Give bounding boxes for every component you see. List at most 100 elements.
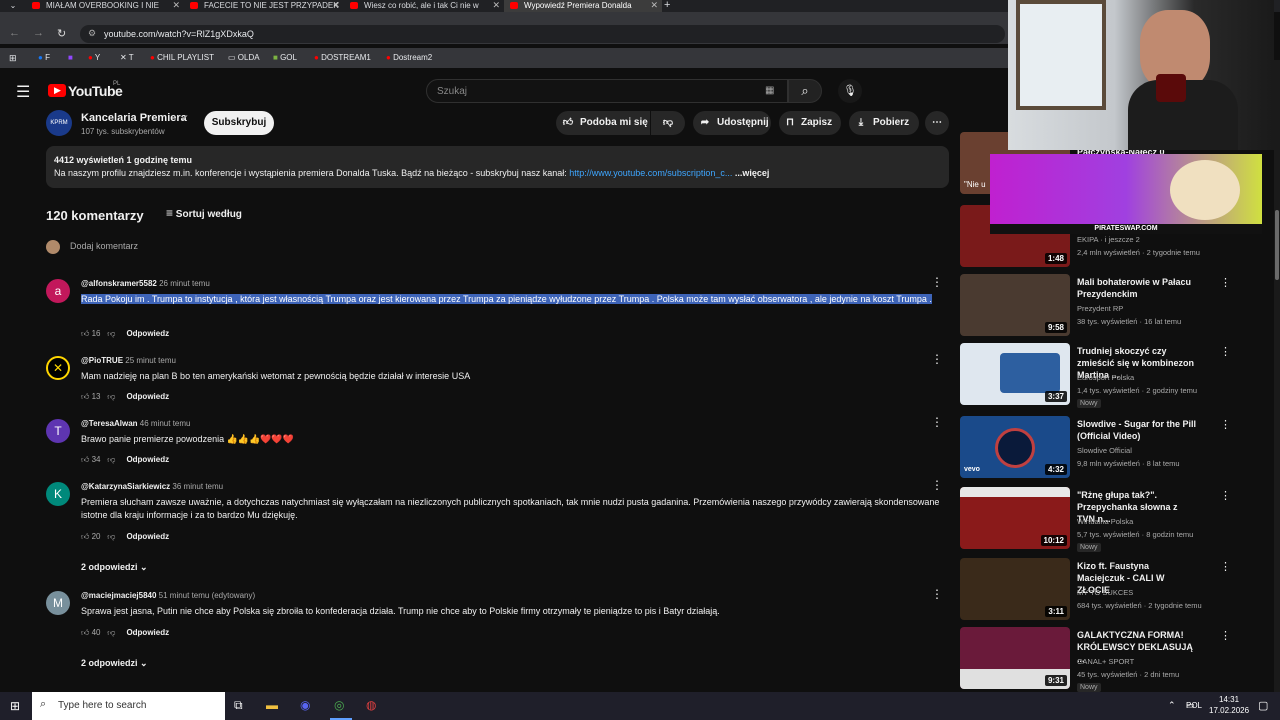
bookmark[interactable]: ▭ OLDA	[228, 53, 260, 62]
scrollbar-thumb[interactable]	[1275, 210, 1279, 280]
add-comment-input[interactable]: Dodaj komentarz	[70, 241, 138, 251]
video-menu-icon[interactable]: ⋮	[1220, 489, 1231, 502]
dislike-comment-icon[interactable]: 👎︎	[107, 329, 115, 338]
commenter-avatar[interactable]: M	[46, 591, 70, 615]
video-menu-icon[interactable]: ⋮	[1220, 629, 1231, 642]
bookmark[interactable]: ● Y	[88, 53, 100, 62]
video-thumbnail[interactable]: vevo 4:32	[960, 416, 1070, 478]
video-channel[interactable]: MY TO SUKCES	[1077, 588, 1133, 597]
bookmark[interactable]: ● F	[38, 53, 50, 62]
taskbar-search-box[interactable]: ⌕ Type here to search	[32, 692, 225, 720]
task-view-icon[interactable]: ⧉	[234, 698, 243, 713]
comment-author[interactable]: @maciejmaciej5840	[81, 591, 156, 600]
recommended-video[interactable]: 10:12 "Rżnę głupa tak?". Przepychanka sł…	[958, 487, 1231, 553]
reply-button[interactable]: Odpowiedz	[126, 455, 169, 464]
comment-menu-icon[interactable]: ⋮	[931, 415, 943, 429]
video-thumbnail[interactable]: 9:31	[960, 627, 1070, 689]
reply-button[interactable]: Odpowiedz	[126, 329, 169, 338]
comment-menu-icon[interactable]: ⋮	[931, 478, 943, 492]
subscribe-button[interactable]: Subskrybuj	[204, 111, 274, 135]
recommended-video[interactable]: 3:37 Trudniej skoczyć czy zmieścić się w…	[958, 343, 1231, 409]
forward-icon[interactable]: →	[33, 27, 44, 39]
dislike-button[interactable]: 👎︎	[651, 111, 685, 135]
video-title[interactable]: Mali bohaterowie w Pałacu Prezydenckim	[1077, 276, 1197, 300]
notification-icon[interactable]: ▢	[1258, 699, 1268, 712]
file-explorer-icon[interactable]: ▬	[266, 698, 278, 712]
back-icon[interactable]: ←	[9, 27, 20, 39]
show-more-button[interactable]: ...więcej	[735, 168, 770, 178]
comment-menu-icon[interactable]: ⋮	[931, 275, 943, 289]
apps-icon[interactable]: ⊞	[9, 53, 17, 64]
commenter-avatar[interactable]: K	[46, 482, 70, 506]
comment-author[interactable]: @alfonskramer5582	[81, 279, 157, 288]
dislike-comment-icon[interactable]: 👎︎	[107, 392, 115, 401]
close-tab-icon[interactable]: ✕	[492, 0, 500, 11]
like-button[interactable]: 👍︎ Podoba mi się	[556, 111, 650, 135]
comment-author[interactable]: @TeresaAlwan	[81, 419, 138, 428]
video-menu-icon[interactable]: ⋮	[1220, 276, 1231, 289]
clock-time[interactable]: 14:31	[1219, 695, 1239, 704]
like-comment-icon[interactable]: 👍︎	[81, 329, 89, 338]
save-button[interactable]: ⊓ Zapisz	[779, 111, 841, 135]
discord-icon[interactable]: ◉	[300, 698, 310, 712]
recommended-video[interactable]: 9:58 Mali bohaterowie w Pałacu Prezydenc…	[958, 274, 1231, 340]
video-title[interactable]: Slowdive - Sugar for the Pill (Official …	[1077, 418, 1197, 442]
language-indicator[interactable]: POL	[1186, 701, 1202, 710]
show-replies-button[interactable]: 2 odpowiedzi ⌄	[81, 562, 148, 573]
twitch-icon[interactable]: ■	[68, 53, 73, 62]
clock-date[interactable]: 17.02.2026	[1209, 706, 1249, 715]
video-channel[interactable]: CANAL+ SPORT	[1077, 657, 1134, 666]
reply-button[interactable]: Odpowiedz	[126, 628, 169, 637]
bookmark[interactable]: ● Dostream2	[386, 53, 432, 62]
recommended-video[interactable]: vevo 4:32 Slowdive - Sugar for the Pill (…	[958, 416, 1231, 482]
video-channel[interactable]: Wirtualna Polska	[1077, 517, 1133, 526]
dislike-comment-icon[interactable]: 👎︎	[107, 455, 115, 464]
bookmark[interactable]: ● DOSTREAM1	[314, 53, 371, 62]
video-thumbnail[interactable]: 9:58	[960, 274, 1070, 336]
like-comment-icon[interactable]: 👍︎	[81, 392, 89, 401]
url-field[interactable]: ⚙ youtube.com/watch?v=RlZ1gXDxkaQ	[80, 25, 1005, 43]
menu-icon[interactable]: ☰	[16, 82, 30, 102]
search-button[interactable]: ⌕	[788, 79, 822, 103]
close-tab-icon[interactable]: ✕	[172, 0, 180, 11]
search-input[interactable]: Szukaj ▦	[426, 79, 788, 103]
more-actions-button[interactable]: ⋯	[925, 111, 949, 135]
comment-author[interactable]: @PioTRUE	[81, 356, 123, 365]
like-comment-icon[interactable]: 👍︎	[81, 628, 89, 637]
recommended-video[interactable]: 3:11 Kizo ft. Faustyna Maciejczuk - CALI…	[958, 558, 1231, 624]
comment-menu-icon[interactable]: ⋮	[931, 352, 943, 366]
description-link[interactable]: http://www.youtube.com/subscription_c...	[569, 168, 732, 178]
commenter-avatar[interactable]: T	[46, 419, 70, 443]
video-thumbnail[interactable]: 10:12	[960, 487, 1070, 549]
reply-button[interactable]: Odpowiedz	[126, 392, 169, 401]
comment-menu-icon[interactable]: ⋮	[931, 587, 943, 601]
keyboard-icon[interactable]: ▦	[765, 85, 774, 96]
video-thumbnail[interactable]: 3:11	[960, 558, 1070, 620]
sort-button[interactable]: ≡ Sortuj według	[166, 206, 242, 220]
dislike-comment-icon[interactable]: 👎︎	[107, 628, 115, 637]
comment-author[interactable]: @KatarzynaSiarkiewicz	[81, 482, 170, 491]
bookmark[interactable]: ✕ T	[120, 53, 134, 62]
bookmark[interactable]: ■ GOL	[273, 53, 297, 62]
browser-tab[interactable]: Wiesz co robić, ale i tak Ci nie w ✕	[344, 0, 504, 12]
tab-list-button[interactable]: ⌄	[0, 0, 26, 12]
video-menu-icon[interactable]: ⋮	[1220, 418, 1231, 431]
video-thumbnail[interactable]: 3:37	[960, 343, 1070, 405]
video-channel[interactable]: Prezydent RP	[1077, 304, 1123, 313]
close-tab-icon[interactable]: ✕	[650, 0, 658, 11]
description-box[interactable]: 4412 wyświetleń 1 godzinę temu Na naszym…	[46, 146, 949, 188]
page-scrollbar[interactable]	[1274, 60, 1280, 692]
channel-name[interactable]: Kancelaria Premiera	[81, 112, 187, 124]
channel-avatar[interactable]: KPRM	[46, 110, 72, 136]
like-comment-icon[interactable]: 👍︎	[81, 455, 89, 464]
browser-tab[interactable]: FACECIE TO NIE JEST PRZYPADEK ✕	[184, 0, 344, 12]
video-menu-icon[interactable]: ⋮	[1220, 560, 1231, 573]
dislike-comment-icon[interactable]: 👎︎	[107, 532, 115, 541]
close-tab-icon[interactable]: ✕	[332, 0, 340, 11]
tray-chevron-icon[interactable]: ⌃	[1168, 700, 1176, 711]
voice-search-button[interactable]: 🎙	[838, 79, 862, 103]
browser-tab[interactable]: MIAŁAM OVERBOOKING I NIE ✕	[26, 0, 184, 12]
video-menu-icon[interactable]: ⋮	[1220, 345, 1231, 358]
share-button[interactable]: ➦ Udostępnij	[693, 111, 771, 135]
show-replies-button[interactable]: 2 odpowiedzi ⌄	[81, 658, 148, 669]
